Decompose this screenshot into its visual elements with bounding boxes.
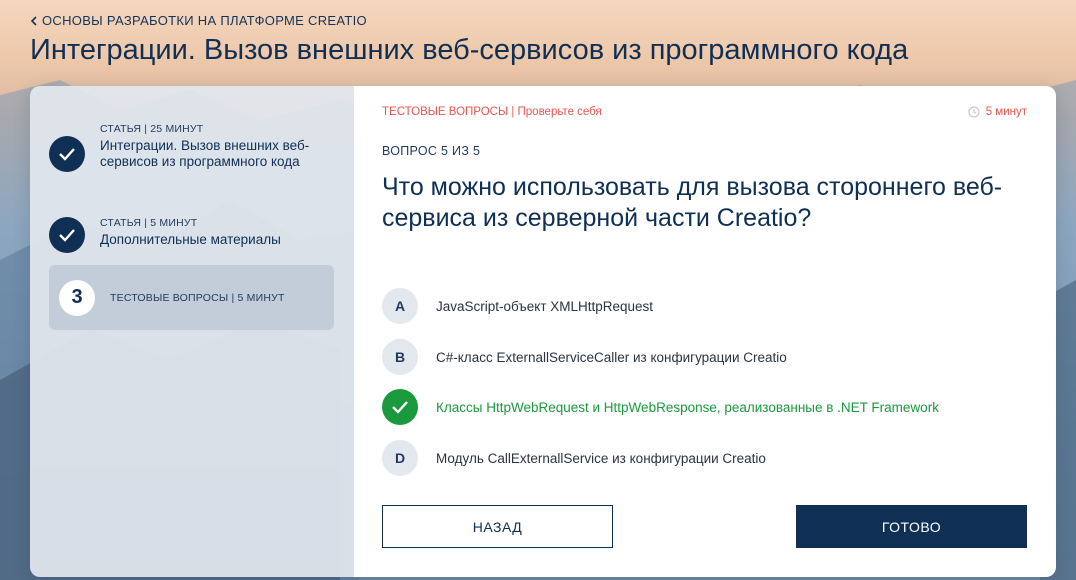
question-counter: ВОПРОС 5 ИЗ 5 [382, 144, 481, 158]
lesson-sidebar: СТАТЬЯ | 25 МИНУТ Интеграции. Вызов внеш… [30, 86, 354, 577]
sidebar-item-article-additional[interactable]: СТАТЬЯ | 5 МИНУТ Дополнительные материал… [49, 217, 334, 253]
step-complete-badge [49, 136, 85, 172]
quiz-header: ТЕСТОВЫЕ ВОПРОСЫ | Проверьте себя [382, 106, 602, 118]
option-letter: B [382, 339, 418, 375]
done-button[interactable]: ГОТОВО [796, 505, 1027, 548]
check-icon [59, 148, 75, 161]
sidebar-item-meta: ТЕСТОВЫЕ ВОПРОСЫ | 5 МИНУТ [110, 291, 285, 304]
sidebar-item-meta: СТАТЬЯ | 25 МИНУТ [100, 123, 204, 135]
chevron-left-icon [30, 15, 37, 26]
page-title: Интеграции. Вызов внешних веб-сервисов и… [30, 34, 909, 66]
quiz-timer: 5 минут [968, 106, 1027, 118]
sidebar-item-article-integrations[interactable]: СТАТЬЯ | 25 МИНУТ Интеграции. Вызов внеш… [49, 123, 334, 172]
timer-label: 5 минут [985, 106, 1027, 118]
breadcrumb-label: ОСНОВЫ РАЗРАБОТКИ НА ПЛАТФОРМЕ CREATIO [42, 13, 367, 28]
back-button[interactable]: НАЗАД [382, 505, 613, 548]
sidebar-item-meta: СТАТЬЯ | 5 МИНУТ [100, 217, 198, 229]
step-complete-badge [49, 217, 85, 253]
check-icon [392, 401, 408, 414]
breadcrumb[interactable]: ОСНОВЫ РАЗРАБОТКИ НА ПЛАТФОРМЕ CREATIO [30, 13, 367, 28]
question-text: Что можно использовать для вызова сторон… [382, 173, 1003, 232]
answer-option-d[interactable]: D Модуль CallExternallService из конфигу… [382, 440, 766, 476]
option-label: C#-класс ExternallServiceCaller из конфи… [436, 349, 787, 365]
option-label: JavaScript-объект XMLHttpRequest [436, 298, 654, 314]
option-letter: D [382, 440, 418, 476]
option-label: Модуль CallExternallService из конфигура… [436, 450, 766, 466]
sidebar-item-label: Дополнительные материалы [100, 232, 281, 247]
quiz-panel: ТЕСТОВЫЕ ВОПРОСЫ | Проверьте себя 5 мину… [354, 86, 1056, 577]
check-icon [59, 229, 75, 242]
answer-option-b[interactable]: B C#-класс ExternallServiceCaller из кон… [382, 339, 787, 375]
sidebar-item-label: Интеграции. Вызов внешних веб-сервисов и… [100, 138, 310, 169]
option-correct-badge [382, 389, 418, 425]
option-label: Классы HttpWebRequest и HttpWebResponse,… [436, 399, 939, 415]
lesson-card: СТАТЬЯ | 25 МИНУТ Интеграции. Вызов внеш… [30, 86, 1056, 577]
answer-option-a[interactable]: A JavaScript-объект XMLHttpRequest [382, 288, 653, 324]
clock-icon [968, 106, 980, 118]
sidebar-item-test-questions[interactable]: 3 ТЕСТОВЫЕ ВОПРОСЫ | 5 МИНУТ [49, 265, 334, 330]
step-number-badge: 3 [59, 279, 95, 316]
answer-option-c[interactable]: Классы HttpWebRequest и HttpWebResponse,… [382, 389, 939, 425]
option-letter: A [382, 288, 418, 324]
